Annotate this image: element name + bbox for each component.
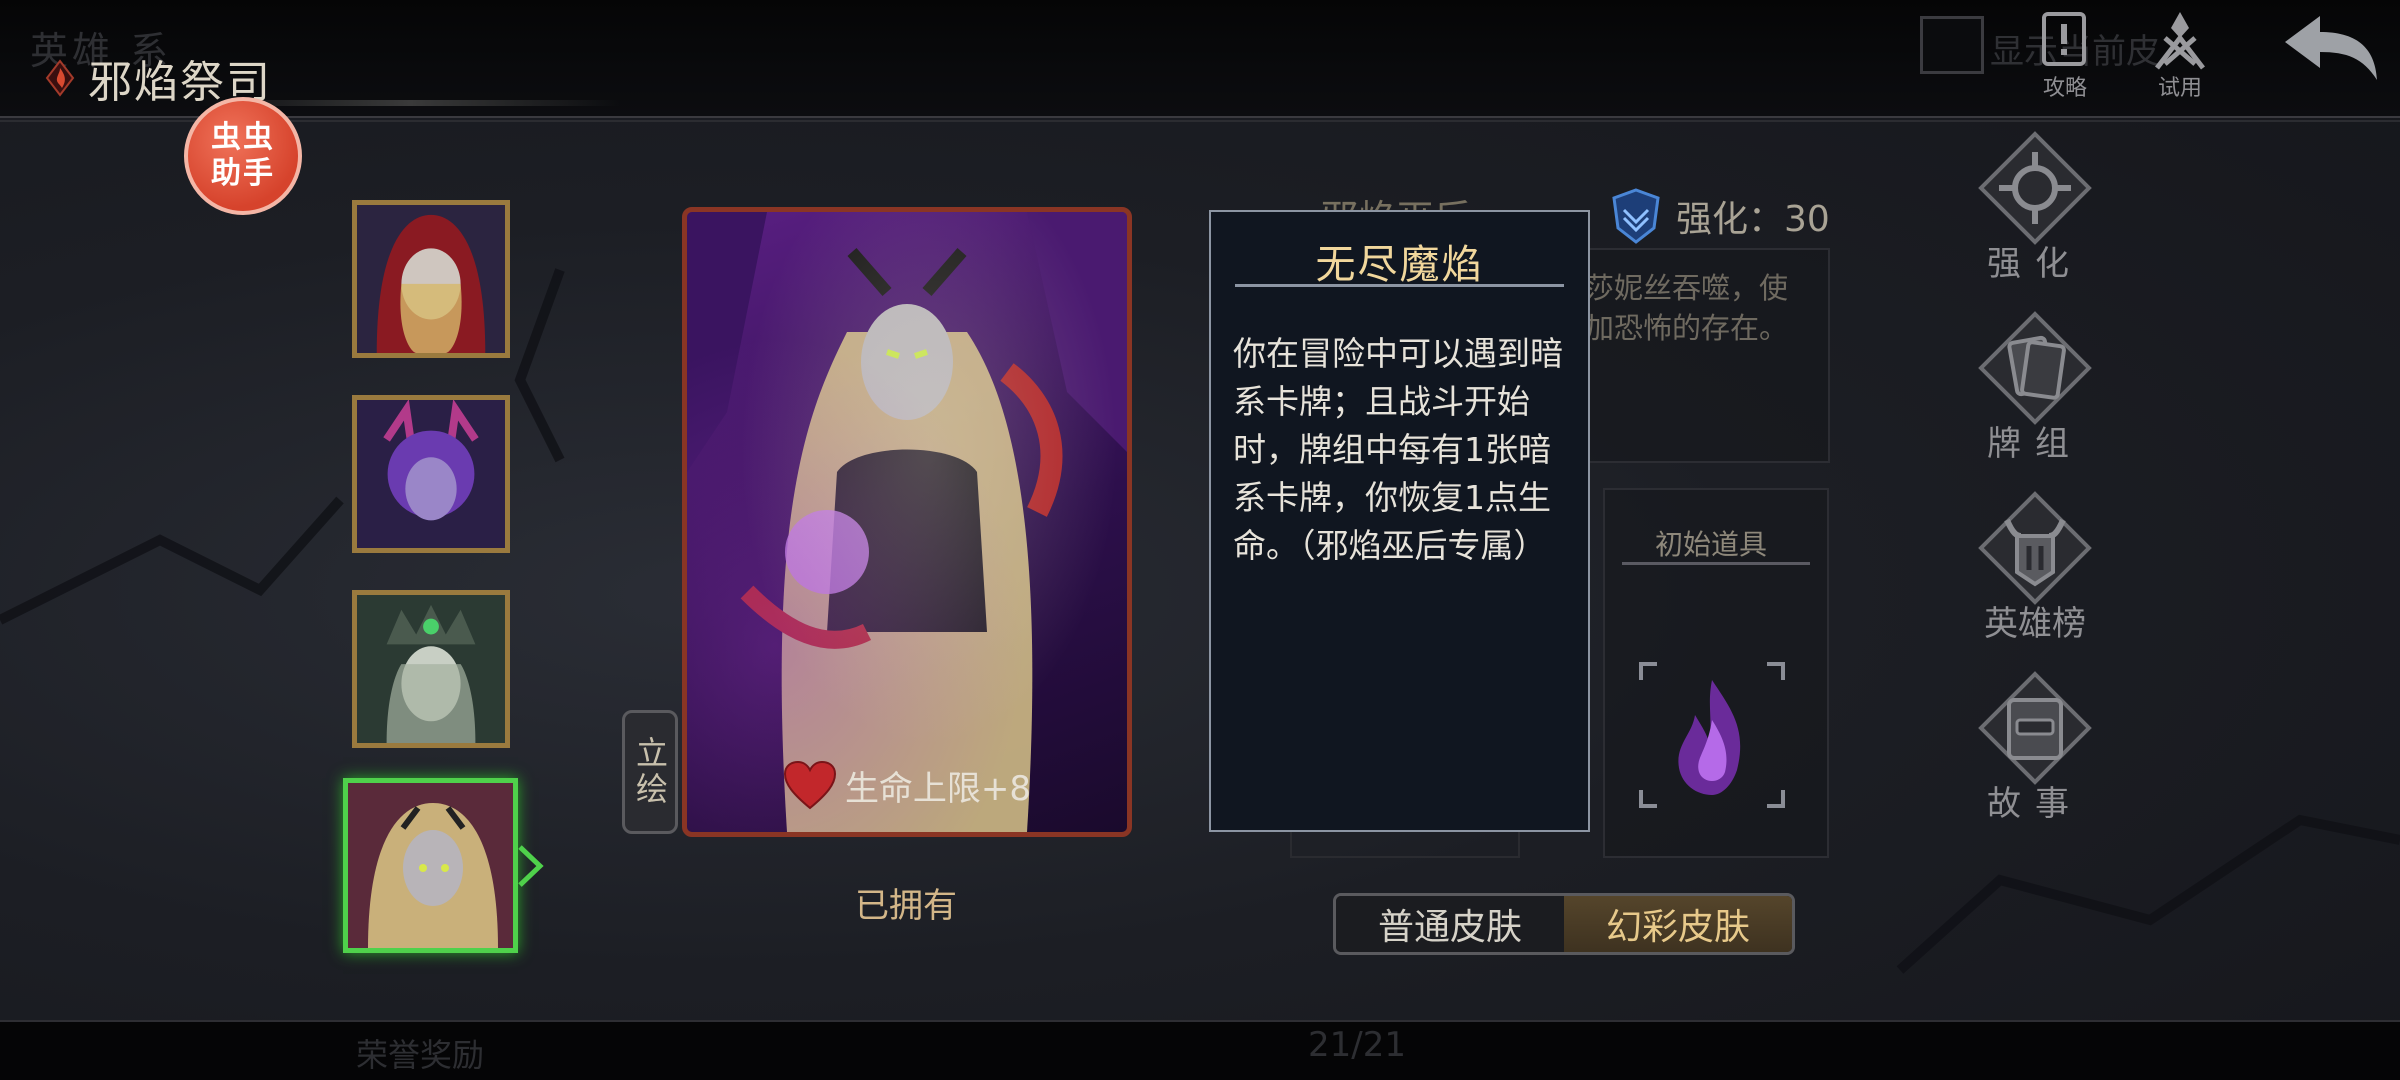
top-divider <box>0 120 2400 122</box>
hero-portrait-flame-priestess <box>348 783 513 948</box>
enhance-menu-button[interactable]: 强化 <box>1975 130 2095 285</box>
normal-skin-tab[interactable]: 普通皮肤 <box>1336 896 1564 952</box>
trial-label: 试用 <box>2157 76 2202 101</box>
card-glow <box>687 212 1127 832</box>
hero-thumb-red-hood[interactable] <box>352 200 510 358</box>
page-counter: 21/21 <box>1308 1025 1406 1065</box>
enhance-menu-label: 强化 <box>1987 244 2083 284</box>
dark-flame-item-icon[interactable] <box>1637 660 1787 810</box>
owned-status: 已拥有 <box>855 886 957 926</box>
illusion-skin-tab[interactable]: 幻彩皮肤 <box>1564 896 1792 952</box>
deck-icon <box>1978 311 2092 425</box>
hero-portrait-green-crown <box>357 595 505 743</box>
hp-bonus-label: 生命上限+8 <box>844 768 1032 809</box>
illustration-button[interactable]: 立绘 <box>622 710 678 834</box>
honor-rewards-button[interactable]: 荣誉奖励 <box>356 1030 484 1076</box>
show-current-skin-checkbox[interactable] <box>1920 16 1984 74</box>
hero-portrait-red-hood <box>357 205 505 353</box>
illustration-button-label: 立绘 <box>631 736 669 808</box>
selected-arrow-icon <box>518 845 544 887</box>
tooltip-body: 你在冒险中可以遇到暗系卡牌；且战斗开始时，牌组中每有1张暗系卡牌，你恢复1点生命… <box>1233 334 1563 565</box>
hero-thumb-green-crown[interactable] <box>352 590 510 748</box>
leaderboard-icon <box>1978 491 2092 605</box>
flame-icon <box>45 59 75 97</box>
tooltip-title: 无尽魔焰 <box>1315 242 1484 288</box>
starting-item-label: 初始道具 <box>1655 528 1768 561</box>
story-menu-label: 故事 <box>1987 784 2083 824</box>
hero-description: 莎妮丝吞噬，使 加恐怖的存在。 <box>1585 271 1789 345</box>
deck-menu-button[interactable]: 牌组 <box>1975 310 2095 465</box>
hero-thumb-flame-priestess[interactable] <box>343 778 518 953</box>
tooltip-divider <box>1235 284 1564 287</box>
trial-icon <box>2155 12 2205 70</box>
leaderboard-menu-button[interactable]: 英雄榜 <box>1975 490 2095 645</box>
enhance-icon <box>1978 131 2092 245</box>
back-icon[interactable] <box>2275 10 2385 90</box>
skin-toggle: 普通皮肤 幻彩皮肤 <box>1333 893 1795 955</box>
enhance-level: 强化：30 <box>1610 188 1830 244</box>
hp-bonus: 生命上限+8 <box>687 760 1127 810</box>
strategy-button[interactable]: 攻略 <box>2020 8 2110 101</box>
assistant-badge[interactable]: 虫虫 助手 <box>184 97 302 215</box>
story-icon <box>1978 671 2092 785</box>
story-menu-button[interactable]: 故事 <box>1975 670 2095 825</box>
starting-item-divider <box>1622 562 1810 565</box>
assistant-badge-label: 虫虫 助手 <box>211 120 275 191</box>
enhance-label: 强化：30 <box>1676 199 1830 240</box>
strategy-icon <box>2042 12 2086 66</box>
enhance-shield-icon <box>1612 188 1660 244</box>
hero-card[interactable]: 生命上限+8 <box>682 207 1132 837</box>
hero-portrait-purple-horn <box>357 400 505 548</box>
leaderboard-menu-label: 英雄榜 <box>1984 604 2086 644</box>
hero-thumb-purple-horn[interactable] <box>352 395 510 553</box>
trial-button[interactable]: 试用 <box>2135 8 2225 101</box>
deck-menu-label: 牌组 <box>1987 424 2083 464</box>
strategy-label: 攻略 <box>2042 76 2087 101</box>
skill-tooltip: 无尽魔焰 你在冒险中可以遇到暗系卡牌；且战斗开始时，牌组中每有1张暗系卡牌，你恢… <box>1209 210 1590 832</box>
heart-icon <box>783 760 836 810</box>
